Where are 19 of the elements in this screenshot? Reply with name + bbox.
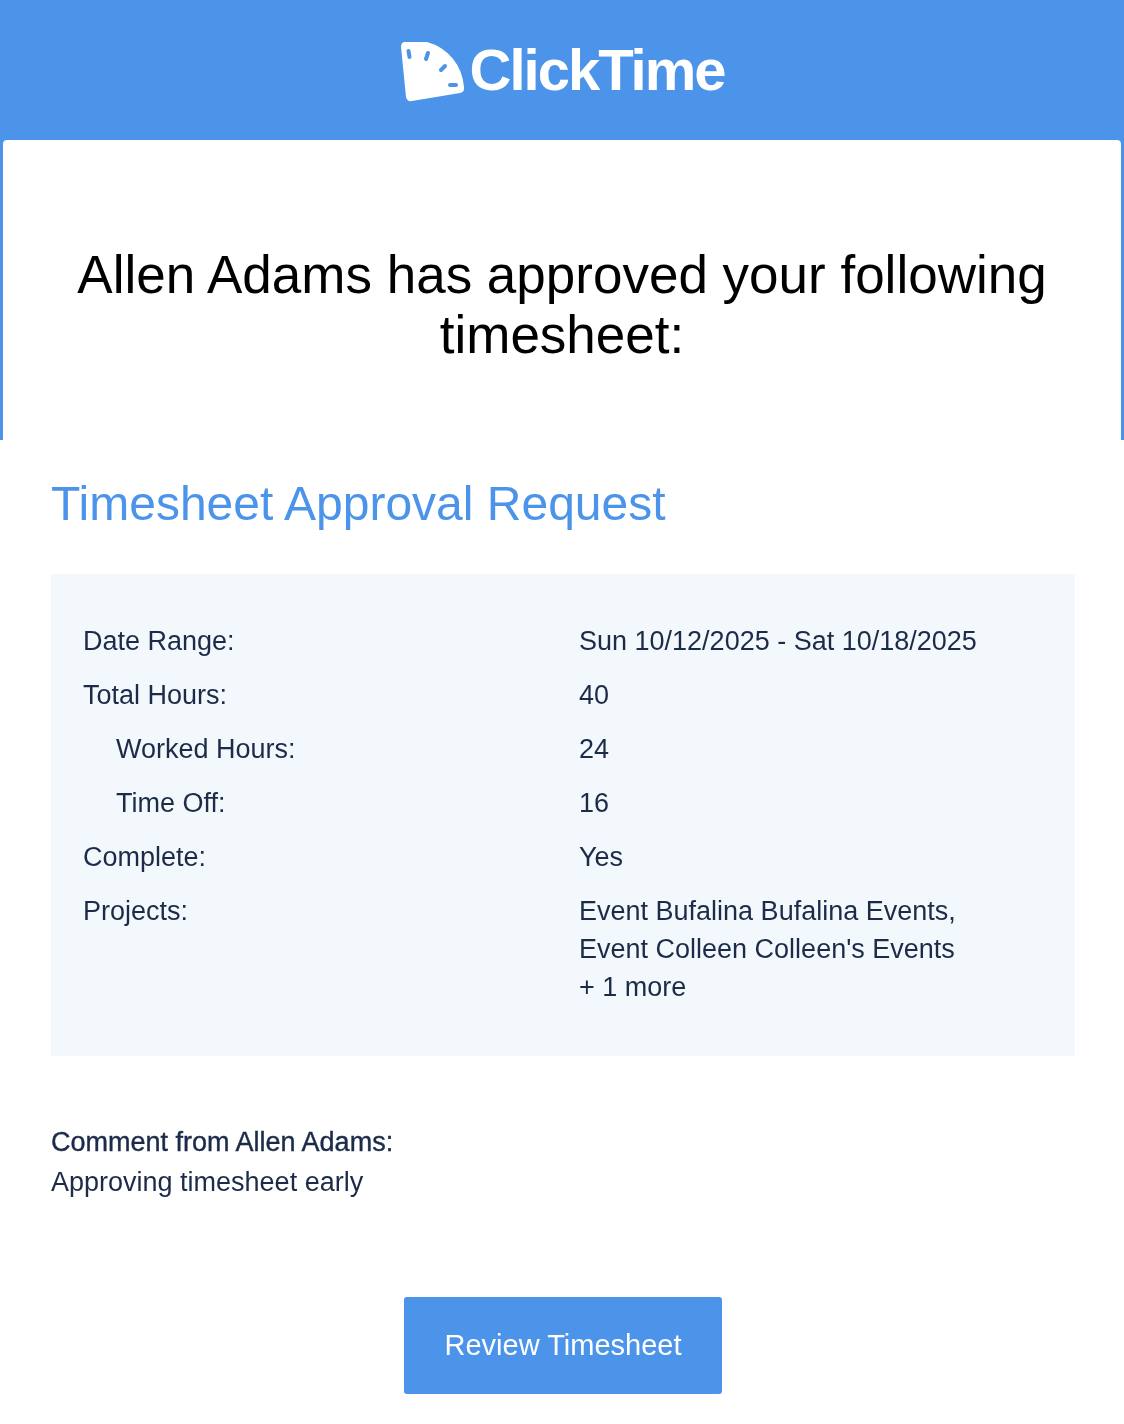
detail-value: 16 [579,787,610,820]
section-title: Timesheet Approval Request [51,476,667,532]
detail-value: Sun 10/12/2025 - Sat 10/18/2025 [579,625,977,658]
detail-label: Projects: [83,896,189,926]
detail-label: Worked Hours: [116,734,296,764]
headline: Allen Adams has approved your following timesheet: [76,245,1048,365]
comment-heading: Comment from Allen Adams: [51,1126,395,1159]
detail-value: Event Bufalina Bufalina Events, Event Colleen Colleen's Events + 1 more [579,895,956,1004]
detail-value: 40 [579,679,610,712]
dial-icon [399,42,466,102]
comment-text: Approving timesheet early [51,1166,365,1199]
review-timesheet-button[interactable]: Review Timesheet [403,1297,723,1394]
detail-value: Yes [579,841,624,874]
detail-label: Date Range: [83,626,235,656]
detail-label: Complete: [83,842,207,872]
logo-text: ClickTime [469,41,725,99]
detail-value: 24 [579,733,610,766]
detail-label: Time Off: [116,788,226,818]
detail-label: Total Hours: [83,680,228,710]
